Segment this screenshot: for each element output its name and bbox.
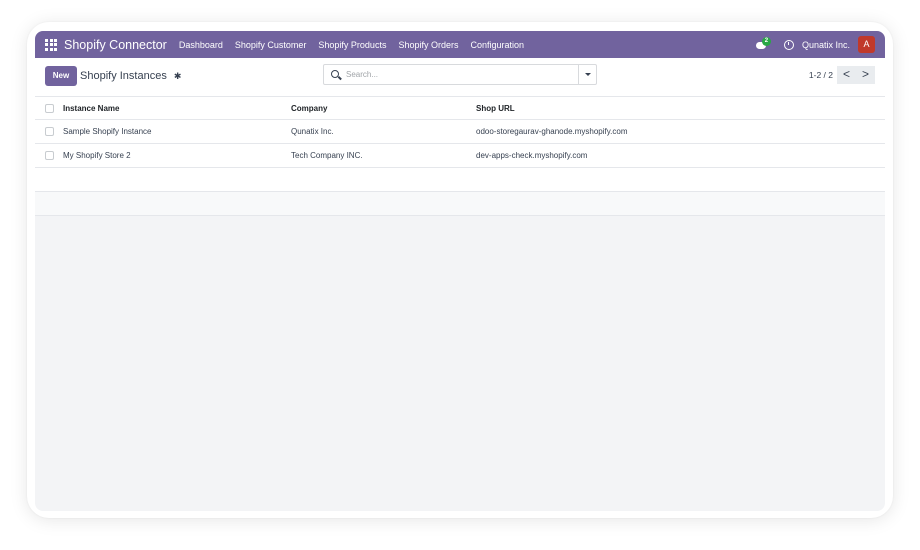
- pager: 1-2 / 2 < >: [809, 65, 875, 85]
- row-checkbox[interactable]: [45, 151, 54, 160]
- table-footer: [35, 192, 885, 216]
- cell-company: Qunatix Inc.: [291, 127, 334, 136]
- gear-icon[interactable]: ✱: [174, 66, 182, 86]
- cell-instance-name: Sample Shopify Instance: [63, 127, 152, 136]
- breadcrumb: Shopify Instances ✱: [80, 66, 181, 86]
- pager-next-button[interactable]: >: [856, 66, 875, 84]
- menu-shopify-customer[interactable]: Shopify Customer: [235, 40, 307, 50]
- cell-shop-url: odoo-storegaurav-ghanode.myshopify.com: [476, 127, 628, 136]
- list-table: Instance Name Company Shop URL Sample Sh…: [35, 96, 885, 216]
- apps-grid-icon[interactable]: [45, 38, 57, 51]
- column-header-instance-name[interactable]: Instance Name: [63, 97, 119, 121]
- user-avatar[interactable]: A: [858, 36, 875, 53]
- cell-company: Tech Company INC.: [291, 151, 363, 160]
- clock-icon[interactable]: [783, 39, 794, 50]
- table-row[interactable]: My Shopify Store 2 Tech Company INC. dev…: [35, 144, 885, 168]
- new-button[interactable]: New: [45, 66, 77, 86]
- table-header: Instance Name Company Shop URL: [35, 96, 885, 120]
- menu-shopify-orders[interactable]: Shopify Orders: [398, 40, 458, 50]
- search-bar: [323, 64, 597, 85]
- navbar-systray: 2 Qunatix Inc. A: [755, 31, 875, 58]
- column-header-shop-url[interactable]: Shop URL: [476, 97, 515, 121]
- chat-icon[interactable]: 2: [755, 36, 772, 51]
- chat-badge: 2: [761, 36, 771, 46]
- search-icon[interactable]: [331, 70, 339, 78]
- pager-prev-button[interactable]: <: [837, 66, 856, 84]
- cell-shop-url: dev-apps-check.myshopify.com: [476, 151, 588, 160]
- menu-dashboard[interactable]: Dashboard: [179, 40, 223, 50]
- caret-down-icon[interactable]: [578, 65, 596, 84]
- empty-row: [35, 168, 885, 192]
- menu-configuration[interactable]: Configuration: [470, 40, 524, 50]
- row-checkbox[interactable]: [45, 127, 54, 136]
- company-switcher[interactable]: Qunatix Inc.: [802, 40, 850, 50]
- select-all-checkbox[interactable]: [45, 104, 54, 113]
- table-row[interactable]: Sample Shopify Instance Qunatix Inc. odo…: [35, 120, 885, 144]
- cell-instance-name: My Shopify Store 2: [63, 151, 131, 160]
- menu-shopify-products[interactable]: Shopify Products: [318, 40, 386, 50]
- app-title[interactable]: Shopify Connector: [64, 38, 167, 52]
- top-navbar: Shopify Connector Dashboard Shopify Cust…: [35, 31, 885, 58]
- search-input[interactable]: [346, 67, 561, 82]
- column-header-company[interactable]: Company: [291, 97, 327, 121]
- pager-value[interactable]: 1-2 / 2: [809, 70, 833, 80]
- app-window: Shopify Connector Dashboard Shopify Cust…: [35, 31, 885, 511]
- page-title: Shopify Instances: [80, 70, 167, 82]
- control-panel: New Shopify Instances ✱ 1-2 / 2 < >: [35, 58, 885, 96]
